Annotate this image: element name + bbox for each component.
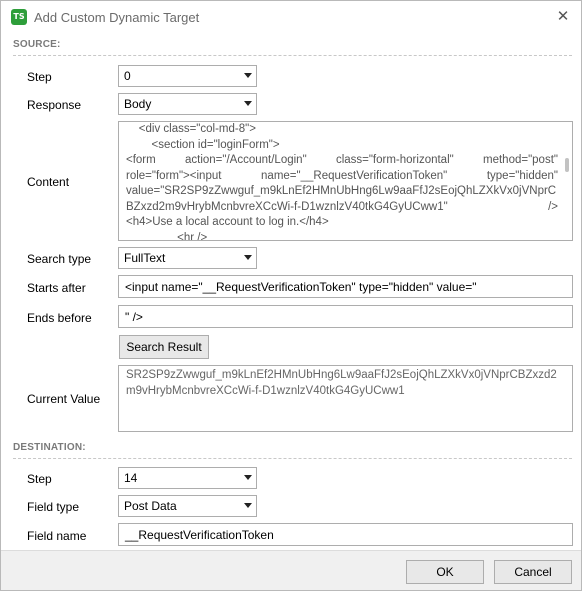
field-type-label: Field type [27, 500, 80, 514]
app-logo-icon: TS [11, 9, 27, 25]
content-line: role="form"><input name="__RequestVerifi… [126, 169, 558, 185]
chevron-down-icon [244, 475, 252, 480]
destination-step-label: Step [27, 472, 52, 486]
field-name-input[interactable]: __RequestVerificationToken [118, 523, 573, 546]
field-name-label: Field name [27, 529, 87, 543]
source-divider [13, 55, 572, 56]
content-line: <hr /> [126, 231, 208, 241]
content-line: <section id="loginForm"> [126, 138, 280, 151]
current-value-label: Current Value [27, 392, 101, 406]
content-token: <form [126, 154, 156, 166]
current-value-field[interactable]: SR2SP9zZwwguf_m9kLnEf2HMnUbHng6Lw9aaFfJ2… [118, 365, 573, 432]
content-token: /> [548, 200, 558, 213]
content-token: class="form-horizontal" [335, 154, 454, 166]
search-result-button[interactable]: Search Result [119, 335, 209, 359]
destination-divider [13, 458, 572, 459]
chevron-down-icon [244, 503, 252, 508]
destination-step-select[interactable]: 14 [118, 467, 257, 489]
content-line: BZxzd2m9vHrybMcnbvreXCcWi-f-D1wznlzV40tk… [126, 200, 558, 216]
content-textarea[interactable]: <div class="col-md-8"> <section id="logi… [118, 121, 573, 241]
field-type-value: Post Data [124, 499, 177, 513]
destination-step-value: 14 [124, 471, 138, 485]
close-icon[interactable]: ✕ [555, 9, 571, 25]
destination-header: DESTINATION: [13, 442, 86, 453]
cancel-button[interactable]: Cancel [494, 560, 572, 584]
ends-before-label: Ends before [27, 311, 92, 325]
content-token: type="hidden" [486, 169, 558, 182]
source-step-select[interactable]: 0 [118, 65, 257, 87]
source-step-label: Step [27, 70, 52, 84]
source-header: SOURCE: [13, 39, 61, 50]
dialog-title: Add Custom Dynamic Target [34, 10, 200, 25]
dialog-window: TS Add Custom Dynamic Target ✕ SOURCE: S… [0, 0, 582, 591]
content-line: <form action="/Account/Login" class="for… [126, 153, 558, 169]
content-token: method="post" [483, 154, 558, 166]
content-label: Content [27, 175, 70, 189]
content-scrollbar-thumb[interactable] [565, 158, 569, 172]
content-text: <div class="col-md-8"> <section id="logi… [126, 122, 558, 241]
response-value: Body [124, 97, 152, 111]
starts-after-label: Starts after [27, 281, 86, 295]
search-type-value: FullText [124, 251, 166, 265]
search-type-label: Search type [27, 252, 92, 266]
starts-after-input[interactable]: <input name="__RequestVerificationToken"… [118, 275, 573, 298]
ends-before-input[interactable]: " /> [118, 305, 573, 328]
content-token: BZxzd2m9vHrybMcnbvreXCcWi-f-D1wznlzV40tk… [126, 200, 448, 213]
field-type-select[interactable]: Post Data [118, 495, 257, 517]
dialog-footer: OK Cancel [1, 550, 581, 590]
chevron-down-icon [244, 73, 252, 78]
chevron-down-icon [244, 101, 252, 106]
source-step-value: 0 [124, 69, 131, 83]
response-select[interactable]: Body [118, 93, 257, 115]
content-token: action="/Account/Login" [185, 154, 307, 166]
chevron-down-icon [244, 255, 252, 260]
content-line: <h4>Use a local account to log in.</h4> [126, 216, 329, 228]
search-type-select[interactable]: FullText [118, 247, 257, 269]
content-token: role="form"><input [126, 169, 222, 182]
ok-button[interactable]: OK [406, 560, 484, 584]
content-token: name="__RequestVerificationToken" [261, 169, 448, 182]
response-label: Response [27, 98, 82, 112]
title-bar: TS Add Custom Dynamic Target ✕ [1, 1, 581, 35]
form-area[interactable]: SOURCE: Step 0 Response Body Content <di… [2, 37, 580, 549]
content-line: value="SR2SP9zZwwguf_m9kLnEf2HMnUbHng6Lw… [126, 185, 557, 197]
content-line: <div class="col-md-8"> [126, 123, 256, 135]
